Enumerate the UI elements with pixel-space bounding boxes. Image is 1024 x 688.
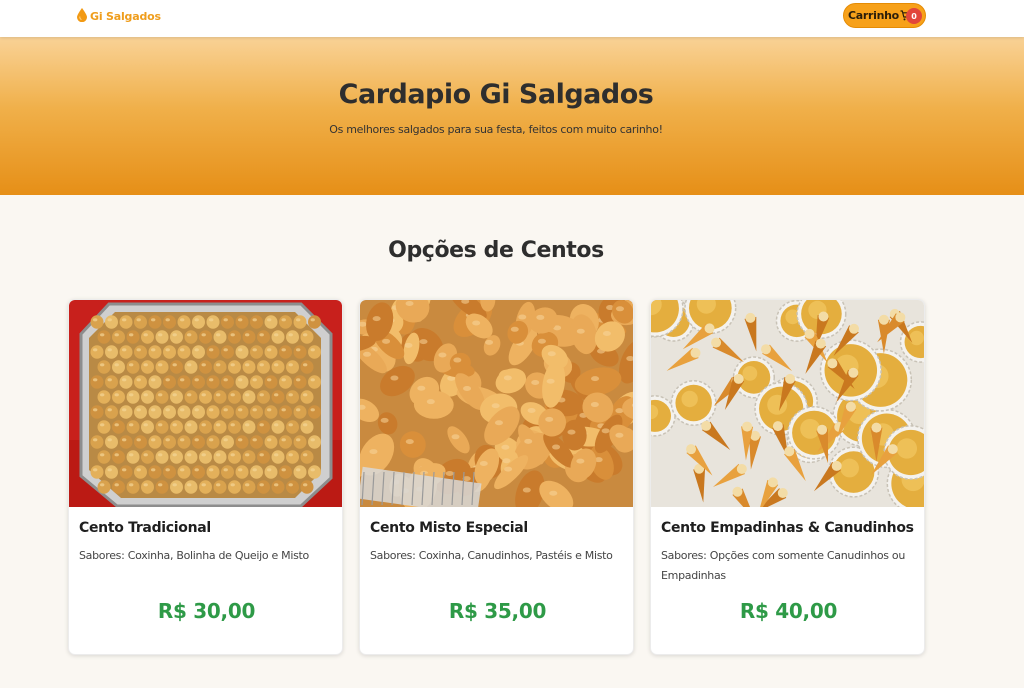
- hero-banner: Cardapio Gi Salgados Os melhores salgado…: [0, 37, 1024, 195]
- drop-icon: [77, 7, 87, 26]
- product-image: [651, 300, 924, 507]
- product-image: [69, 300, 342, 507]
- product-title: Cento Tradicional: [79, 520, 211, 536]
- product-price: R$ 35,00: [448, 599, 547, 623]
- product-title: Cento Misto Especial: [370, 520, 528, 536]
- cart-label: Carrinho: [848, 9, 899, 22]
- section-title: Opções de Centos: [388, 238, 604, 263]
- logo-text: Gi Salgados: [90, 9, 161, 23]
- product-card-tradicional[interactable]: Cento Tradicional Sabores: Coxinha, Boli…: [68, 299, 343, 655]
- hero-subtitle: Os melhores salgados para sua festa, fei…: [329, 123, 663, 136]
- product-description: Sabores: Opções com somente Canudinhos o…: [661, 549, 906, 582]
- product-description: Sabores: Coxinha, Canudinhos, Pastéis e …: [370, 549, 613, 562]
- navbar: Gi Salgados Carrinho 0: [0, 0, 1024, 37]
- product-price: R$ 40,00: [739, 599, 838, 623]
- product-card-empadinhas-canudinhos[interactable]: Cento Empadinhas & Canudinhos Sabores: O…: [650, 299, 925, 655]
- hero-title: Cardapio Gi Salgados: [338, 79, 654, 110]
- cart-button[interactable]: Carrinho 0: [843, 3, 926, 28]
- product-card-misto-especial[interactable]: Cento Misto Especial Sabores: Coxinha, C…: [359, 299, 634, 655]
- product-title: Cento Empadinhas & Canudinhos: [661, 520, 914, 536]
- product-price: R$ 30,00: [157, 599, 256, 623]
- cart-count-badge: 0: [906, 8, 922, 24]
- product-image: [360, 300, 633, 507]
- logo[interactable]: Gi Salgados: [77, 7, 161, 26]
- product-description: Sabores: Coxinha, Bolinha de Queijo e Mi…: [79, 549, 309, 562]
